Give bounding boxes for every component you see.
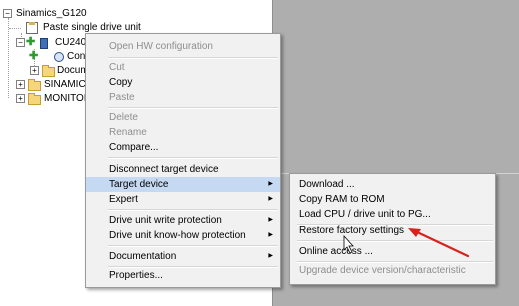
menu-item-copy-ram-to-rom[interactable]: Copy RAM to ROM	[290, 192, 495, 207]
menu-item-label: Load CPU / drive unit to PG...	[299, 209, 431, 220]
context-menu: Open HW configuration Cut Copy Paste Del…	[85, 33, 281, 288]
menu-item-open-hw-configuration[interactable]: Open HW configuration	[86, 39, 280, 54]
drive-unit-icon: ✚	[26, 36, 36, 48]
menu-item-cut[interactable]: Cut	[86, 60, 280, 75]
menu-item-label: Download ...	[299, 179, 355, 190]
menu-item-restore-factory-settings[interactable]: Restore factory settings	[290, 223, 495, 238]
menu-item-documentation[interactable]: Documentation ▶	[86, 249, 280, 264]
menu-item-label: Open HW configuration	[109, 41, 213, 52]
menu-item-load-cpu-to-pg[interactable]: Load CPU / drive unit to PG...	[290, 207, 495, 222]
submenu-arrow-icon: ▶	[268, 217, 273, 223]
collapse-icon[interactable]: −	[3, 9, 12, 18]
menu-item-properties[interactable]: Properties...	[86, 268, 280, 283]
menu-item-label: Restore factory settings	[299, 225, 405, 236]
menu-item-label: Rename	[109, 127, 147, 138]
menu-item-target-device[interactable]: Target device ▶	[86, 177, 280, 192]
menu-item-download[interactable]: Download ...	[290, 177, 495, 192]
expand-icon[interactable]: +	[30, 66, 39, 75]
menu-item-label: Documentation	[109, 251, 177, 262]
submenu-arrow-icon: ▶	[268, 253, 273, 259]
control-unit-icon: ✚	[29, 50, 39, 62]
menu-item-paste[interactable]: Paste	[86, 90, 280, 105]
menu-item-label: Properties...	[109, 270, 163, 281]
tree-guide-line	[8, 18, 9, 98]
menu-item-drive-unit-know-how-protection[interactable]: Drive unit know-how protection ▶	[86, 228, 280, 243]
menu-item-label: Cut	[109, 62, 125, 73]
menu-item-online-access[interactable]: Online access ...	[290, 244, 495, 259]
menu-item-label: Copy	[109, 77, 133, 88]
tree-node-label: Sinamics_G120	[16, 8, 87, 19]
menu-separator	[297, 240, 493, 242]
menu-item-label: Paste	[109, 92, 135, 103]
menu-item-compare[interactable]: Compare...	[86, 140, 280, 155]
menu-item-upgrade-device-version[interactable]: Upgrade device version/characteristic	[290, 263, 495, 278]
tree-node-label: MONITOR	[44, 93, 92, 104]
menu-item-drive-unit-write-protection[interactable]: Drive unit write protection ▶	[86, 213, 280, 228]
menu-item-label: Compare...	[109, 142, 159, 153]
device-icon	[40, 38, 48, 49]
menu-item-copy[interactable]: Copy	[86, 75, 280, 90]
menu-item-disconnect-target-device[interactable]: Disconnect target device	[86, 162, 280, 177]
menu-separator	[108, 209, 278, 211]
menu-item-delete[interactable]: Delete	[86, 110, 280, 125]
tree-node-label: Docum	[57, 65, 89, 76]
tree-guide-line	[9, 28, 21, 29]
menu-item-label: Copy RAM to ROM	[299, 194, 385, 205]
menu-separator	[108, 157, 278, 159]
gear-icon	[54, 52, 64, 62]
menu-item-label: Disconnect target device	[109, 164, 219, 175]
add-device-icon	[26, 22, 38, 34]
folder-icon	[42, 65, 55, 77]
expand-icon[interactable]: +	[16, 94, 25, 103]
menu-item-rename[interactable]: Rename	[86, 125, 280, 140]
menu-item-label: Delete	[109, 112, 138, 123]
menu-item-label: Target device	[109, 179, 169, 190]
submenu-arrow-icon: ▶	[268, 181, 273, 187]
collapse-icon[interactable]: −	[16, 38, 25, 47]
menu-item-label: Upgrade device version/characteristic	[299, 265, 466, 276]
menu-separator	[108, 245, 278, 247]
folder-icon	[28, 93, 41, 105]
menu-item-label: Online access ...	[299, 246, 373, 257]
expand-icon[interactable]: +	[16, 80, 25, 89]
menu-separator	[108, 107, 278, 109]
submenu-arrow-icon: ▶	[268, 196, 273, 202]
menu-item-expert[interactable]: Expert ▶	[86, 192, 280, 207]
target-device-submenu: Download ... Copy RAM to ROM Load CPU / …	[289, 173, 496, 285]
menu-item-label: Drive unit write protection	[109, 215, 222, 226]
folder-icon	[28, 79, 41, 91]
submenu-arrow-icon: ▶	[268, 232, 273, 238]
menu-item-label: Expert	[109, 194, 138, 205]
menu-separator	[108, 57, 278, 59]
menu-item-label: Drive unit know-how protection	[109, 230, 246, 241]
